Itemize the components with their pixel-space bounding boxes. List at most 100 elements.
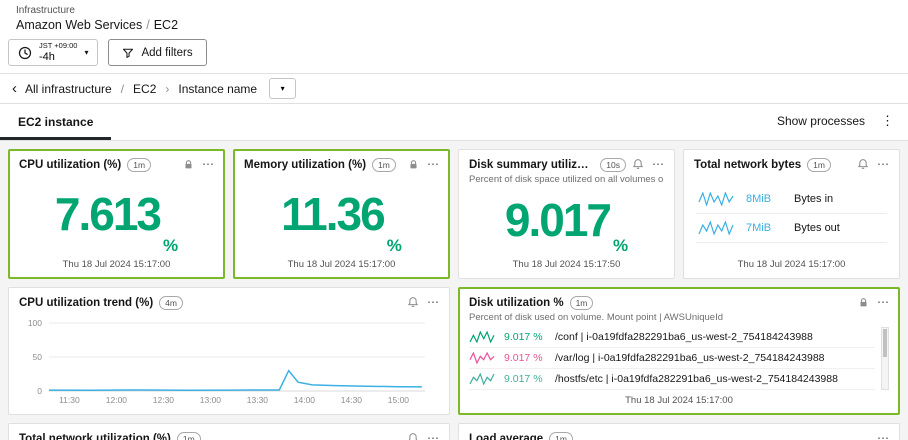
metric-value: 7MiB — [746, 222, 782, 234]
network-row-bytes-out[interactable]: 7MiB Bytes out — [696, 214, 887, 243]
scrollbar-thumb[interactable] — [883, 329, 887, 356]
metric-label: Bytes in — [794, 193, 833, 205]
sparkline — [469, 352, 495, 364]
interval-badge: 10s — [600, 158, 626, 172]
svg-text:12:00: 12:00 — [106, 395, 128, 405]
chevron-left-icon: ‹ — [12, 81, 17, 96]
interval-badge: 1m — [177, 432, 201, 440]
entity-nav: ‹ All infrastructure / EC2 › Instance na… — [0, 74, 908, 104]
disk-row-conf[interactable]: 9.017 % /conf | i-0a19fdfa282291ba6_us-w… — [469, 327, 875, 348]
svg-text:12:30: 12:30 — [153, 395, 175, 405]
card-header: Total network utilization (%) 1m ⋯ — [19, 432, 439, 440]
metric-timestamp: Thu 18 Jul 2024 15:17:00 — [469, 392, 889, 406]
disk-mount-label: /hostfs/etc | i-0a19fdfa282291ba6_us-wes… — [555, 373, 838, 385]
card-disk-summary-utilization: Disk summary utilization (%) 10s ⋯ Perce… — [458, 149, 675, 279]
page-header: Infrastructure Amazon Web Services / EC2 — [0, 0, 908, 35]
card-subtitle: Percent of disk space utilized on all vo… — [469, 174, 664, 185]
section-label: Infrastructure — [16, 5, 892, 16]
kebab-menu-icon[interactable]: ⋮ — [881, 113, 894, 129]
card-header: Total network bytes 1m ⋯ — [694, 158, 889, 172]
card-title: Load average — [469, 433, 543, 440]
metric-value: 8MiB — [746, 193, 782, 205]
network-metrics: 8MiB Bytes in 7MiB Bytes out — [694, 172, 889, 256]
card-menu-button[interactable]: ⋯ — [427, 296, 439, 308]
interval-badge: 1m — [807, 158, 831, 172]
card-title: Total network bytes — [694, 159, 801, 171]
card-menu-button[interactable]: ⋯ — [427, 432, 439, 440]
card-cpu-utilization-trend: CPU utilization trend (%) 4m ⋯ 05010011:… — [8, 287, 450, 415]
card-header: CPU utilization trend (%) 4m ⋯ — [19, 296, 439, 310]
disk-utilization-list: 9.017 % /conf | i-0a19fdfa282291ba6_us-w… — [469, 327, 889, 392]
time-range-button[interactable]: JST +09:00 -4h ▾ — [8, 39, 98, 66]
metric-label: Bytes out — [794, 222, 840, 234]
card-header: CPU utilization (%) 1m ⋯ — [19, 158, 214, 172]
card-disk-utilization: Disk utilization % 1m ⋯ Percent of disk … — [458, 287, 900, 415]
metric-timestamp: Thu 18 Jul 2024 15:17:00 — [244, 256, 439, 270]
tab-label: EC2 instance — [18, 115, 93, 129]
metric-timestamp: Thu 18 Jul 2024 15:17:00 — [694, 256, 889, 270]
card-menu-button[interactable]: ⋯ — [877, 296, 889, 308]
bell-icon — [407, 432, 419, 440]
card-header: Load average 1m ⋯ — [469, 432, 889, 440]
card-load-average: Load average 1m ⋯ — [458, 423, 900, 440]
filter-toolbar: JST +09:00 -4h ▾ Add filters — [0, 35, 908, 74]
disk-percent: 9.017 % — [504, 352, 546, 364]
card-memory-utilization: Memory utilization (%) 1m ⋯ 11.36 % Thu … — [233, 149, 450, 279]
timezone-label: JST +09:00 — [39, 42, 77, 50]
show-processes-button[interactable]: Show processes — [777, 114, 865, 128]
time-range-text: JST +09:00 -4h — [39, 42, 77, 63]
card-menu-button[interactable]: ⋯ — [652, 158, 664, 170]
card-title: Memory utilization (%) — [244, 159, 366, 171]
card-title: CPU utilization (%) — [19, 159, 121, 171]
disk-percent: 9.017 % — [504, 373, 546, 385]
bell-icon — [407, 296, 419, 308]
breadcrumb: Amazon Web Services / EC2 — [16, 18, 892, 32]
sparkline — [469, 373, 495, 385]
metric-unit: % — [163, 236, 178, 256]
disk-percent: 9.017 % — [504, 331, 546, 343]
breadcrumb-provider[interactable]: Amazon Web Services — [16, 18, 142, 32]
card-total-network-bytes: Total network bytes 1m ⋯ 8MiB Bytes in — [683, 149, 900, 279]
breadcrumb-service: EC2 — [154, 18, 178, 32]
time-range-label: -4h — [39, 52, 55, 63]
card-menu-button[interactable]: ⋯ — [427, 158, 439, 170]
bell-icon — [857, 158, 869, 170]
sparkline — [698, 221, 734, 235]
card-menu-button[interactable]: ⋯ — [202, 158, 214, 170]
metric-timestamp: Thu 18 Jul 2024 15:17:50 — [469, 256, 664, 270]
card-header: Disk summary utilization (%) 10s ⋯ — [469, 158, 664, 172]
svg-text:15:00: 15:00 — [388, 395, 410, 405]
disk-row-var-log[interactable]: 9.017 % /var/log | i-0a19fdfa282291ba6_u… — [469, 348, 875, 369]
card-title: Total network utilization (%) — [19, 433, 171, 440]
card-menu-button[interactable]: ⋯ — [877, 158, 889, 170]
nav-separator-slash: / — [121, 82, 124, 96]
interval-badge: 4m — [159, 296, 183, 310]
svg-text:50: 50 — [33, 352, 43, 362]
lock-icon — [183, 159, 194, 170]
card-header: Disk utilization % 1m ⋯ — [469, 296, 889, 310]
metric-number: 9.017 — [505, 202, 610, 239]
svg-text:100: 100 — [28, 318, 42, 328]
scrollbar[interactable] — [881, 327, 889, 390]
metric-value: 7.613 % — [19, 172, 214, 256]
instance-dropdown-button[interactable]: ▾ — [269, 78, 296, 99]
card-title: Disk summary utilization (%) — [469, 159, 594, 171]
disk-row-hostfs-etc[interactable]: 9.017 % /hostfs/etc | i-0a19fdfa282291ba… — [469, 369, 875, 390]
network-row-bytes-in[interactable]: 8MiB Bytes in — [696, 185, 887, 214]
tab-bar: EC2 instance Show processes ⋮ — [0, 104, 908, 141]
tab-ec2-instance[interactable]: EC2 instance — [0, 104, 111, 140]
back-button[interactable]: ‹ All infrastructure — [12, 81, 112, 96]
add-filters-button[interactable]: Add filters — [108, 39, 206, 66]
card-title: CPU utilization trend (%) — [19, 297, 153, 309]
metric-unit: % — [387, 236, 402, 256]
interval-badge: 1m — [127, 158, 151, 172]
card-menu-button[interactable]: ⋯ — [877, 432, 889, 440]
interval-badge: 1m — [549, 432, 573, 440]
nav-item-ec2[interactable]: EC2 — [133, 82, 156, 96]
breadcrumb-separator: / — [146, 18, 149, 32]
metric-number: 7.613 — [55, 196, 160, 233]
lock-icon — [858, 297, 869, 308]
caret-down-icon: ▾ — [84, 48, 88, 57]
tab-actions: Show processes ⋮ — [763, 113, 908, 140]
svg-text:13:30: 13:30 — [247, 395, 269, 405]
